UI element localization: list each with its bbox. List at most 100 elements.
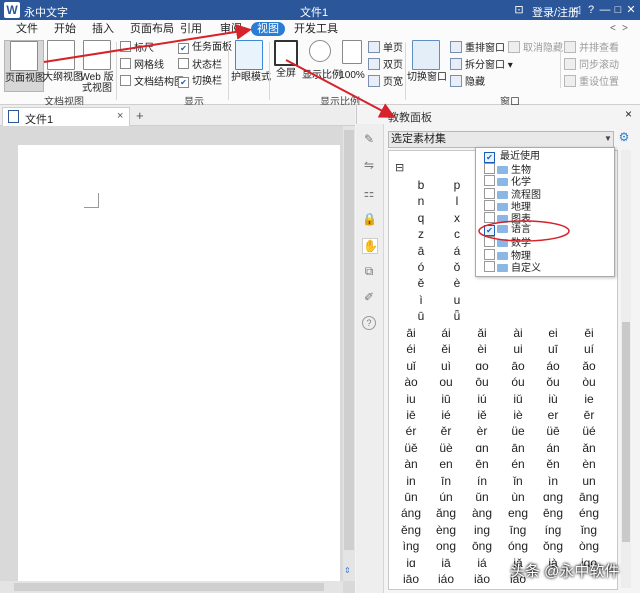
- switch-bar-checkbox[interactable]: ✔ 切换栏: [178, 75, 222, 89]
- scroll-thumb[interactable]: [622, 322, 630, 542]
- layers-tool-icon[interactable]: ⚏: [362, 186, 376, 200]
- page-view-button[interactable]: 页面视图: [4, 40, 45, 92]
- skin-icon[interactable]: ⊡: [512, 2, 526, 18]
- unhide-window-button[interactable]: 取消隐藏: [508, 41, 563, 55]
- gridlines-checkbox[interactable]: 网格线: [120, 58, 164, 72]
- eye-mode-button[interactable]: 护眼模式: [231, 40, 271, 90]
- page-nav-icon[interactable]: ⇕: [344, 566, 351, 575]
- document-tab[interactable]: 文件1 ×: [2, 107, 130, 126]
- checkbox-icon[interactable]: [484, 236, 495, 248]
- new-tab-icon[interactable]: +: [136, 108, 144, 123]
- checkbox-checked-icon: ✔: [178, 43, 189, 54]
- fullscreen-button[interactable]: 全屏: [273, 40, 299, 90]
- chevron-down-icon[interactable]: ▼: [603, 131, 613, 146]
- pinyin-cell[interactable]: ǎo: [565, 359, 613, 373]
- side-by-side-button[interactable]: 并排查看: [564, 41, 619, 55]
- material-settings-icon[interactable]: ⚙: [616, 130, 632, 146]
- tree-item[interactable]: 生物: [484, 163, 531, 176]
- material-set-select[interactable]: 选定素材集: [388, 131, 614, 148]
- edit-tool-icon[interactable]: ✐: [362, 290, 376, 304]
- tree-item[interactable]: 化学: [484, 175, 531, 188]
- zoom-100-button[interactable]: 100%: [339, 40, 365, 90]
- tab-review[interactable]: 审阅: [214, 22, 248, 36]
- tree-item[interactable]: 数学: [484, 236, 531, 249]
- pinyin-cell[interactable]: üé: [565, 424, 613, 438]
- checkbox-icon[interactable]: [484, 175, 495, 187]
- scroll-thumb[interactable]: [14, 583, 324, 591]
- document-page[interactable]: [18, 145, 340, 585]
- pinyin-cell[interactable]: uí: [565, 342, 613, 356]
- single-page-icon: [368, 41, 380, 53]
- pinyin-cell[interactable]: éng: [565, 506, 613, 520]
- status-bar-checkbox[interactable]: 状态栏: [178, 58, 222, 72]
- minimize-icon[interactable]: —: [598, 2, 612, 18]
- ruler-checkbox[interactable]: 标尺: [120, 41, 154, 55]
- tab-reference[interactable]: 引用: [174, 22, 208, 36]
- pinyin-cell[interactable]: āng: [565, 490, 613, 504]
- tree-item[interactable]: 地理: [484, 199, 531, 213]
- pinyin-cell[interactable]: èn: [565, 457, 613, 471]
- pinyin-cell[interactable]: ēr: [565, 408, 613, 422]
- hide-window-button[interactable]: 隐藏: [450, 75, 485, 89]
- tree-item[interactable]: ✔ 语言: [484, 224, 531, 237]
- outline-view-button[interactable]: 大纲视图: [43, 40, 83, 90]
- pen-tool-icon[interactable]: ✎: [362, 132, 376, 146]
- lock-tool-icon[interactable]: 🔒: [362, 212, 377, 226]
- two-page-button[interactable]: 双页: [368, 58, 403, 72]
- adjust-tool-icon[interactable]: ⇋: [362, 158, 376, 172]
- help-tool-icon[interactable]: ?: [362, 316, 376, 330]
- tab-file[interactable]: 文件: [10, 22, 44, 36]
- single-page-button[interactable]: 单页: [368, 41, 403, 55]
- close-icon[interactable]: ✕: [624, 2, 638, 18]
- ribbon-scroll-left-icon[interactable]: <: [610, 23, 616, 34]
- tree-item[interactable]: 自定义: [484, 260, 541, 274]
- pinyin-cell[interactable]: òu: [565, 375, 613, 389]
- sync-scroll-button[interactable]: 同步滚动: [564, 58, 619, 72]
- tab-insert[interactable]: 插入: [86, 22, 120, 36]
- checkbox-checked-icon[interactable]: ✔: [484, 225, 495, 237]
- split-window-button[interactable]: 拆分窗口 ▾: [450, 58, 513, 72]
- page-width-button[interactable]: 页宽: [368, 75, 403, 89]
- tab-home[interactable]: 开始: [48, 22, 82, 36]
- checkbox-icon[interactable]: [484, 163, 495, 175]
- document-tab-close-icon[interactable]: ×: [117, 110, 123, 122]
- material-tool-icon[interactable]: ✋: [362, 238, 378, 254]
- copy-tool-icon[interactable]: ⧉: [362, 264, 376, 278]
- reset-position-button[interactable]: 重设位置: [564, 75, 619, 89]
- scroll-thumb[interactable]: [344, 130, 354, 550]
- switch-window-button[interactable]: 切换窗口: [407, 40, 447, 90]
- tab-page-layout[interactable]: 页面布局: [124, 22, 180, 36]
- help-icon[interactable]: ?: [584, 2, 598, 18]
- task-panel-checkbox[interactable]: ✔ 任务面板: [178, 41, 232, 55]
- pinyin-cell[interactable]: un: [565, 474, 613, 488]
- checkbox-icon: [120, 58, 131, 69]
- checkbox-icon[interactable]: [484, 212, 495, 223]
- checkbox-icon[interactable]: [484, 199, 495, 211]
- checkbox-checked-icon[interactable]: ✔: [484, 152, 495, 163]
- share-icon[interactable]: ◁: [569, 2, 583, 18]
- maximize-icon[interactable]: □: [611, 2, 625, 18]
- document-vertical-scrollbar[interactable]: ⇕: [343, 126, 355, 581]
- ribbon-scroll-right-icon[interactable]: >: [622, 23, 628, 34]
- tree-item[interactable]: 物理: [484, 248, 531, 262]
- tree-item[interactable]: 图表: [484, 212, 531, 225]
- web-view-button[interactable]: Web 版式视图: [80, 40, 114, 94]
- arrange-window-button[interactable]: 重排窗口 ▾: [450, 41, 513, 55]
- checkbox-icon[interactable]: [484, 248, 495, 260]
- tab-view[interactable]: 视图: [251, 22, 285, 36]
- pinyin-cell[interactable]: ēi: [565, 326, 613, 340]
- material-set-dropdown: ✔ 最近使用 生物 化学 流程图 地理 图表 ✔ 语言 数学 物理 自定义: [475, 147, 615, 277]
- zoom-ratio-button[interactable]: 显示比例: [302, 40, 342, 90]
- pinyin-cell[interactable]: ǎn: [565, 441, 613, 455]
- tree-item[interactable]: 流程图: [484, 187, 541, 201]
- pinyin-cell[interactable]: ie: [565, 392, 613, 406]
- document-horizontal-scrollbar[interactable]: [0, 581, 343, 593]
- pinyin-cell[interactable]: ǐng: [565, 523, 613, 537]
- checkbox-icon[interactable]: [484, 260, 495, 272]
- pinyin-cell[interactable]: òng: [565, 539, 613, 553]
- checkbox-icon[interactable]: [484, 187, 495, 199]
- tree-item[interactable]: ✔ 最近使用: [484, 151, 540, 163]
- tab-developer[interactable]: 开发工具: [288, 22, 344, 36]
- doc-map-checkbox[interactable]: 文档结构图: [120, 75, 184, 89]
- panel-close-icon[interactable]: ×: [625, 107, 632, 121]
